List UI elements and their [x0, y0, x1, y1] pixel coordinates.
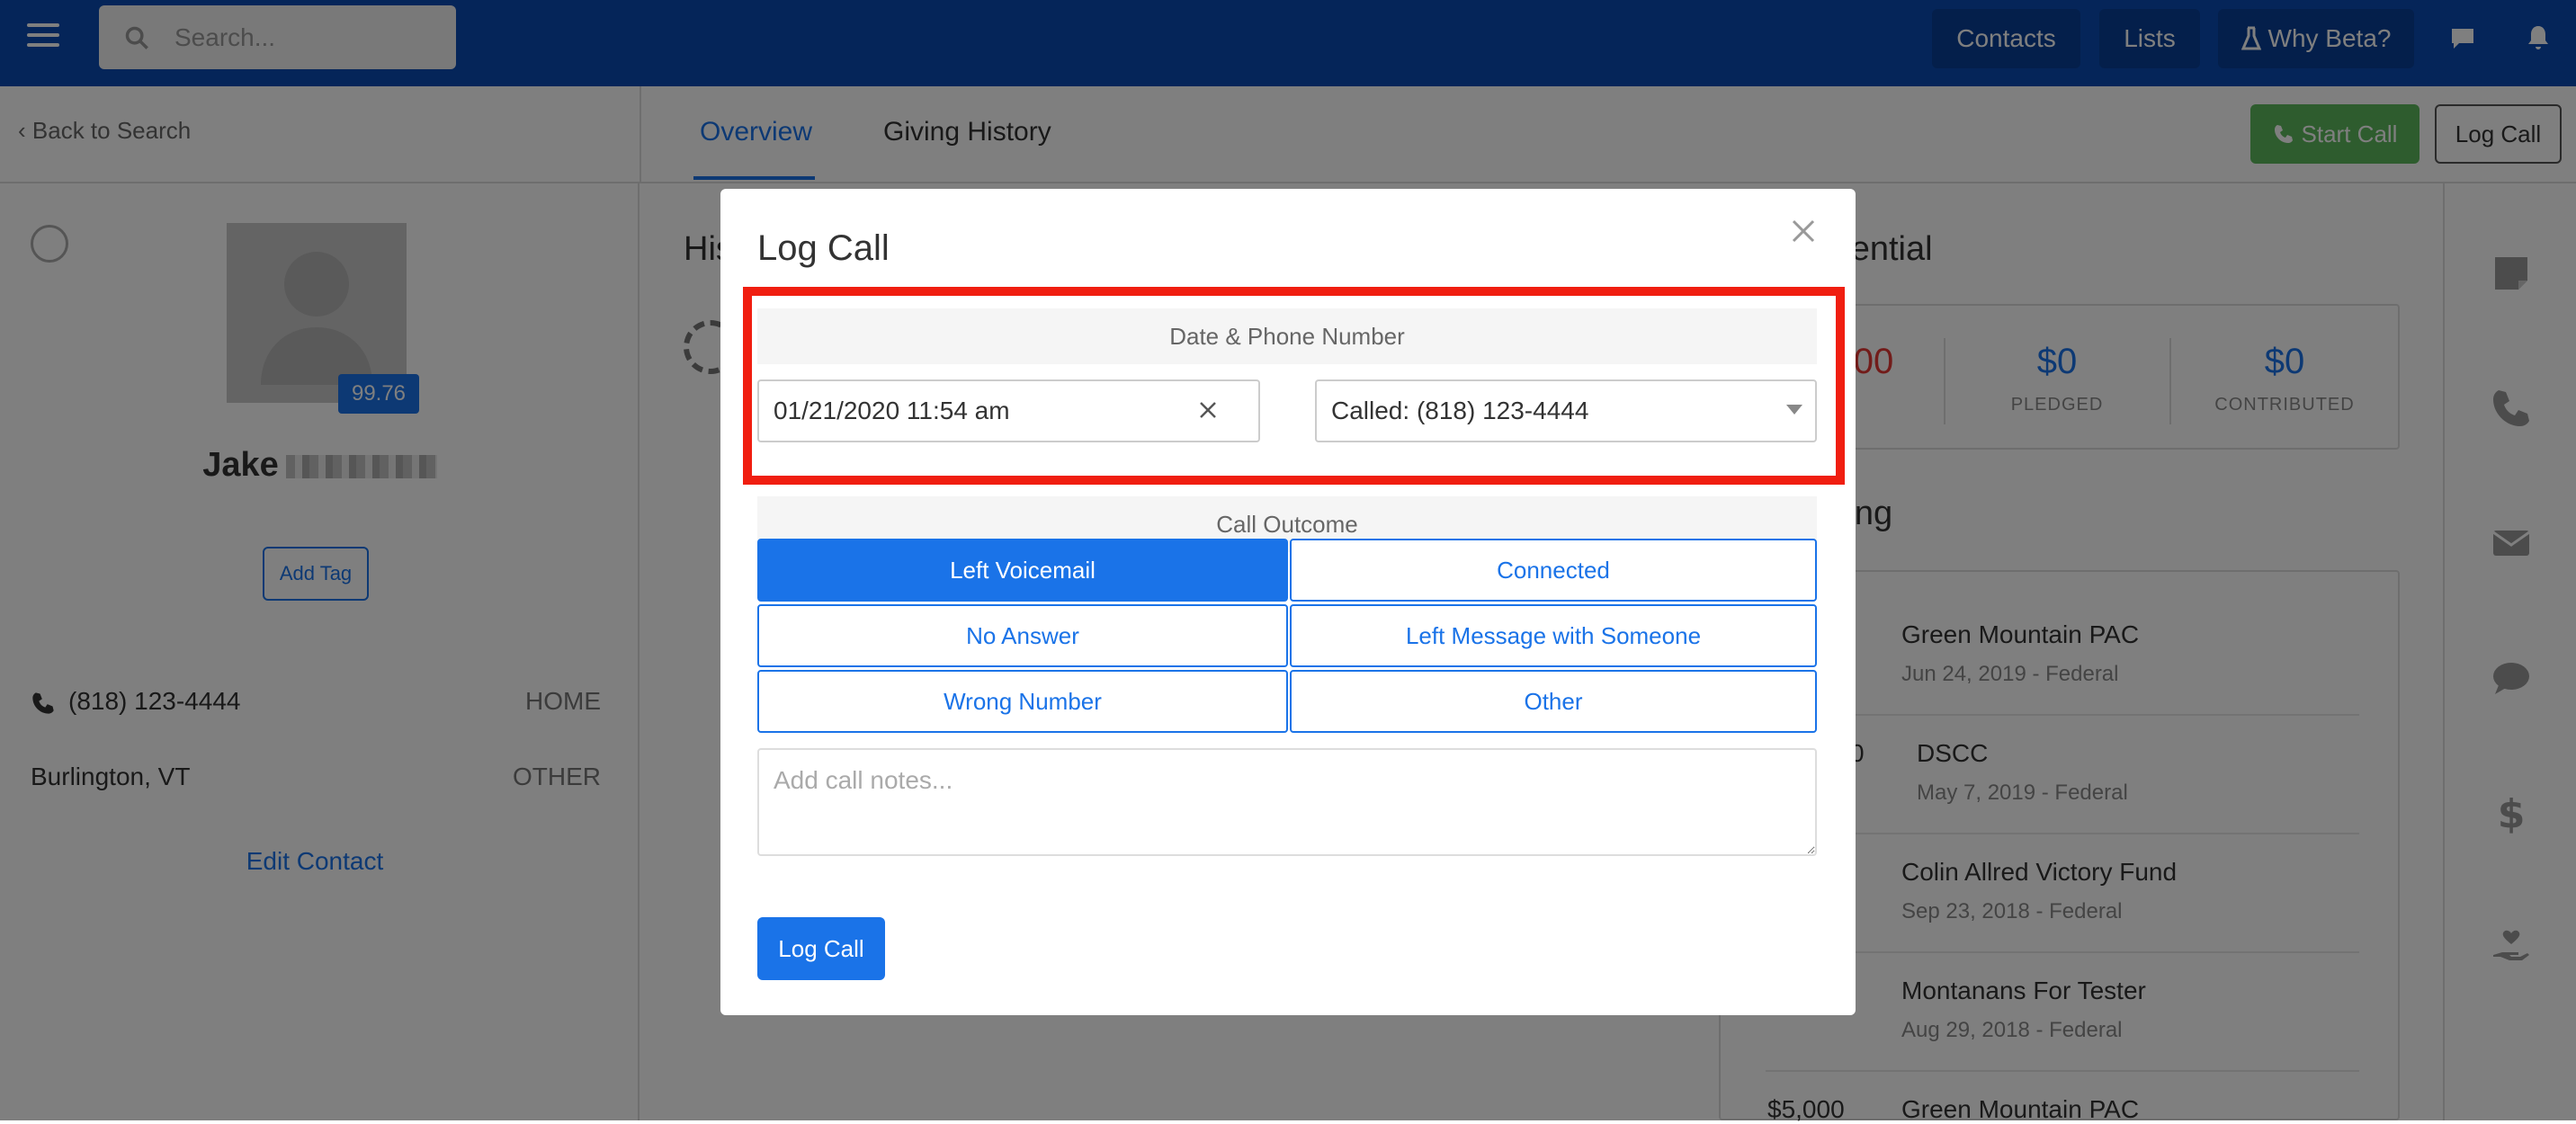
outcome-connected-button[interactable]: Connected	[1290, 539, 1817, 602]
outcome-left-message-button[interactable]: Left Message with Someone	[1290, 604, 1817, 667]
outcome-left-voicemail-button[interactable]: Left Voicemail	[757, 539, 1288, 602]
outcome-wrong-number-button[interactable]: Wrong Number	[757, 670, 1288, 733]
log-call-modal: Log Call Date & Phone Number 01/21/2020 …	[720, 189, 1856, 1015]
outcome-no-answer-button[interactable]: No Answer	[757, 604, 1288, 667]
close-icon[interactable]	[1788, 216, 1819, 246]
modal-title: Log Call	[757, 228, 890, 268]
outcome-other-button[interactable]: Other	[1290, 670, 1817, 733]
log-call-submit-button[interactable]: Log Call	[757, 917, 885, 980]
call-notes-textarea[interactable]	[757, 748, 1817, 856]
highlight-box	[743, 287, 1845, 485]
